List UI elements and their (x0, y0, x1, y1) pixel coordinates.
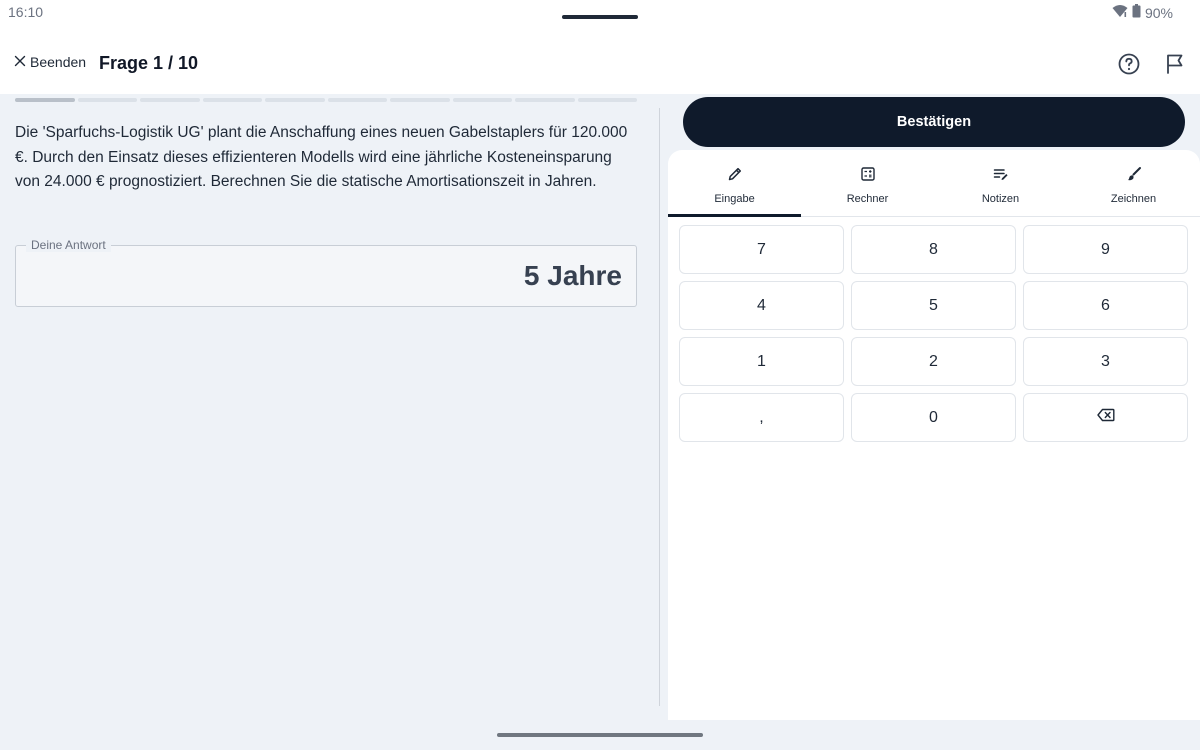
status-indicators: 90% (1112, 4, 1173, 21)
key-comma[interactable]: , (679, 393, 844, 442)
key-7[interactable]: 7 (679, 225, 844, 274)
status-time: 16:10 (8, 4, 44, 20)
progress-segment (202, 98, 262, 102)
notes-icon (993, 166, 1009, 185)
progress-segment (390, 98, 450, 102)
answer-label: Deine Antwort (26, 238, 111, 252)
backspace-key[interactable] (1023, 393, 1188, 442)
answer-field[interactable]: Deine Antwort 5 Jahre (15, 238, 637, 307)
backspace-icon (1096, 408, 1115, 427)
progress-segment (265, 98, 325, 102)
progress-segment (77, 98, 137, 102)
key-2[interactable]: 2 (851, 337, 1016, 386)
key-6[interactable]: 6 (1023, 281, 1188, 330)
key-5[interactable]: 5 (851, 281, 1016, 330)
tab-label: Eingabe (714, 193, 755, 205)
progress-segment (327, 98, 387, 102)
tab-label: Notizen (981, 193, 1020, 205)
tab-label: Zeichnen (1110, 193, 1157, 205)
battery-percent: 90% (1144, 4, 1173, 21)
progress-segment (515, 98, 575, 102)
flag-icon[interactable] (1163, 52, 1187, 76)
pencil-icon (727, 166, 743, 185)
progress-segment (452, 98, 512, 102)
number-keypad: 7 8 9 4 5 6 1 2 3 , 0 (679, 225, 1189, 442)
confirm-button[interactable]: Bestätigen (683, 97, 1185, 147)
key-8[interactable]: 8 (851, 225, 1016, 274)
home-indicator (497, 733, 703, 737)
camera-notch (562, 15, 638, 19)
header: Beenden Frage 1 / 10 (0, 32, 1200, 94)
answer-value: 5 Jahre (523, 260, 622, 291)
key-3[interactable]: 3 (1023, 337, 1188, 386)
question-text: Die 'Sparfuchs-Logistik UG' plant die An… (15, 124, 628, 190)
tab-zeichnen[interactable]: Zeichnen (1067, 150, 1200, 216)
pane-divider (659, 108, 660, 706)
progress-segment (140, 98, 200, 102)
help-icon[interactable] (1117, 52, 1141, 76)
tab-eingabe[interactable]: Eingabe (668, 150, 801, 217)
progress-bar (15, 98, 637, 102)
progress-segment (15, 98, 75, 102)
status-bar: 16:10 90% (0, 0, 1200, 32)
progress-segment (577, 98, 637, 102)
tab-notizen[interactable]: Notizen (934, 150, 1067, 216)
key-4[interactable]: 4 (679, 281, 844, 330)
wifi-icon (1112, 4, 1128, 21)
page-title: Frage 1 / 10 (99, 53, 199, 73)
battery-icon (1132, 4, 1141, 21)
close-icon (14, 54, 26, 70)
tool-panel: Eingabe Rechner Notizen Zeichnen 7 8 9 4… (668, 150, 1200, 720)
calculator-icon (860, 166, 876, 185)
tab-label: Rechner (846, 193, 889, 205)
tool-tabs: Eingabe Rechner Notizen Zeichnen (668, 150, 1200, 217)
key-9[interactable]: 9 (1023, 225, 1188, 274)
tab-rechner[interactable]: Rechner (801, 150, 934, 216)
brush-icon (1126, 166, 1142, 185)
quit-button[interactable]: Beenden (14, 54, 86, 70)
quit-label: Beenden (30, 54, 87, 70)
key-1[interactable]: 1 (679, 337, 844, 386)
key-0[interactable]: 0 (851, 393, 1016, 442)
